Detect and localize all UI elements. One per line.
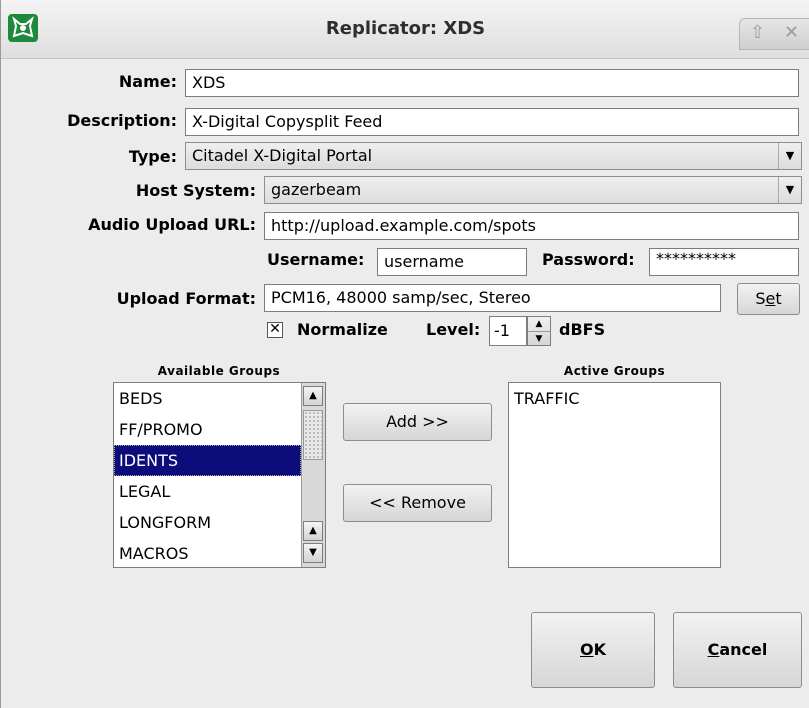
- title-bar[interactable]: Replicator: XDS ⇧ ✕: [1, 0, 809, 59]
- title-buttons: ⇧ ✕: [739, 18, 809, 50]
- audio-upload-url-label: Audio Upload URL:: [88, 215, 256, 234]
- username-field[interactable]: username: [377, 248, 527, 276]
- level-spinbox-buttons: ▲ ▼: [527, 316, 551, 346]
- list-item[interactable]: MACROS: [114, 538, 301, 567]
- set-button-text-a: S: [755, 289, 766, 308]
- available-groups-label: Available Groups: [157, 364, 281, 378]
- cancel-text: ancel: [719, 640, 768, 659]
- active-groups-list[interactable]: TRAFFIC: [508, 382, 721, 568]
- audio-upload-url-field[interactable]: http://upload.example.com/spots: [264, 212, 799, 240]
- scroll-up-icon[interactable]: ▲: [303, 521, 323, 541]
- type-value: Citadel X-Digital Portal: [192, 146, 373, 165]
- cancel-button[interactable]: Cancel: [673, 612, 802, 688]
- scroll-up-icon[interactable]: ▲: [303, 386, 323, 406]
- name-label: Name:: [118, 72, 177, 91]
- chevron-down-icon[interactable]: ▼: [778, 177, 801, 203]
- shade-icon[interactable]: ⇧: [750, 22, 765, 43]
- username-label: Username:: [267, 250, 365, 269]
- add-button[interactable]: Add >>: [343, 403, 492, 441]
- list-item[interactable]: BEDS: [114, 383, 301, 414]
- host-system-label: Host System:: [135, 181, 256, 200]
- ok-mnemonic: O: [579, 640, 594, 659]
- active-groups-items: TRAFFIC: [509, 383, 720, 414]
- scroll-thumb[interactable]: [303, 410, 323, 460]
- scroll-down-icon[interactable]: ▼: [303, 543, 323, 563]
- remove-button[interactable]: << Remove: [343, 484, 492, 522]
- list-item[interactable]: FF/PROMO: [114, 414, 301, 445]
- name-field[interactable]: XDS: [185, 69, 799, 97]
- list-item[interactable]: TRAFFIC: [509, 383, 720, 414]
- list-item[interactable]: LEGAL: [114, 476, 301, 507]
- list-item[interactable]: LONGFORM: [114, 507, 301, 538]
- type-select[interactable]: Citadel X-Digital Portal ▼: [185, 142, 802, 170]
- normalize-label: Normalize: [297, 320, 388, 339]
- available-groups-list[interactable]: BEDS FF/PROMO IDENTS LEGAL LONGFORM MACROS ▲ …: [113, 382, 326, 568]
- replicator-dialog: Replicator: XDS ⇧ ✕ Name: XDS Descriptio…: [0, 0, 809, 708]
- ok-text: K: [593, 640, 606, 659]
- set-format-button[interactable]: Set: [737, 283, 800, 315]
- normalize-checkbox[interactable]: ✕: [267, 322, 283, 338]
- list-item[interactable]: IDENTS: [114, 445, 301, 476]
- set-button-mnemonic: e: [765, 289, 776, 308]
- spin-down-icon[interactable]: ▼: [528, 332, 550, 346]
- description-label: Description:: [67, 111, 177, 130]
- active-groups-label: Active Groups: [563, 364, 666, 378]
- set-button-text-b: t: [775, 289, 782, 308]
- spin-up-icon[interactable]: ▲: [528, 317, 550, 332]
- type-label: Type:: [128, 147, 177, 166]
- upload-format-field[interactable]: PCM16, 48000 samp/sec, Stereo: [264, 284, 721, 312]
- chevron-down-icon[interactable]: ▼: [778, 143, 801, 169]
- host-system-select[interactable]: gazerbeam ▼: [264, 176, 802, 204]
- host-system-value: gazerbeam: [271, 180, 362, 199]
- level-label: Level:: [426, 320, 481, 339]
- level-spinbox-value[interactable]: -1: [489, 316, 527, 346]
- ok-button[interactable]: OK: [531, 612, 655, 688]
- password-field[interactable]: **********: [649, 248, 799, 276]
- cancel-mnemonic: C: [707, 640, 720, 659]
- close-icon[interactable]: ✕: [784, 22, 799, 43]
- upload-format-label: Upload Format:: [116, 289, 256, 308]
- window-title: Replicator: XDS: [325, 18, 486, 39]
- description-field[interactable]: X-Digital Copysplit Feed: [185, 108, 799, 136]
- available-groups-scrollbar[interactable]: ▲ ▲ ▼: [301, 383, 325, 567]
- available-groups-items: BEDS FF/PROMO IDENTS LEGAL LONGFORM MACROS: [114, 383, 301, 567]
- level-unit-label: dBFS: [559, 320, 606, 339]
- password-label: Password:: [542, 250, 635, 269]
